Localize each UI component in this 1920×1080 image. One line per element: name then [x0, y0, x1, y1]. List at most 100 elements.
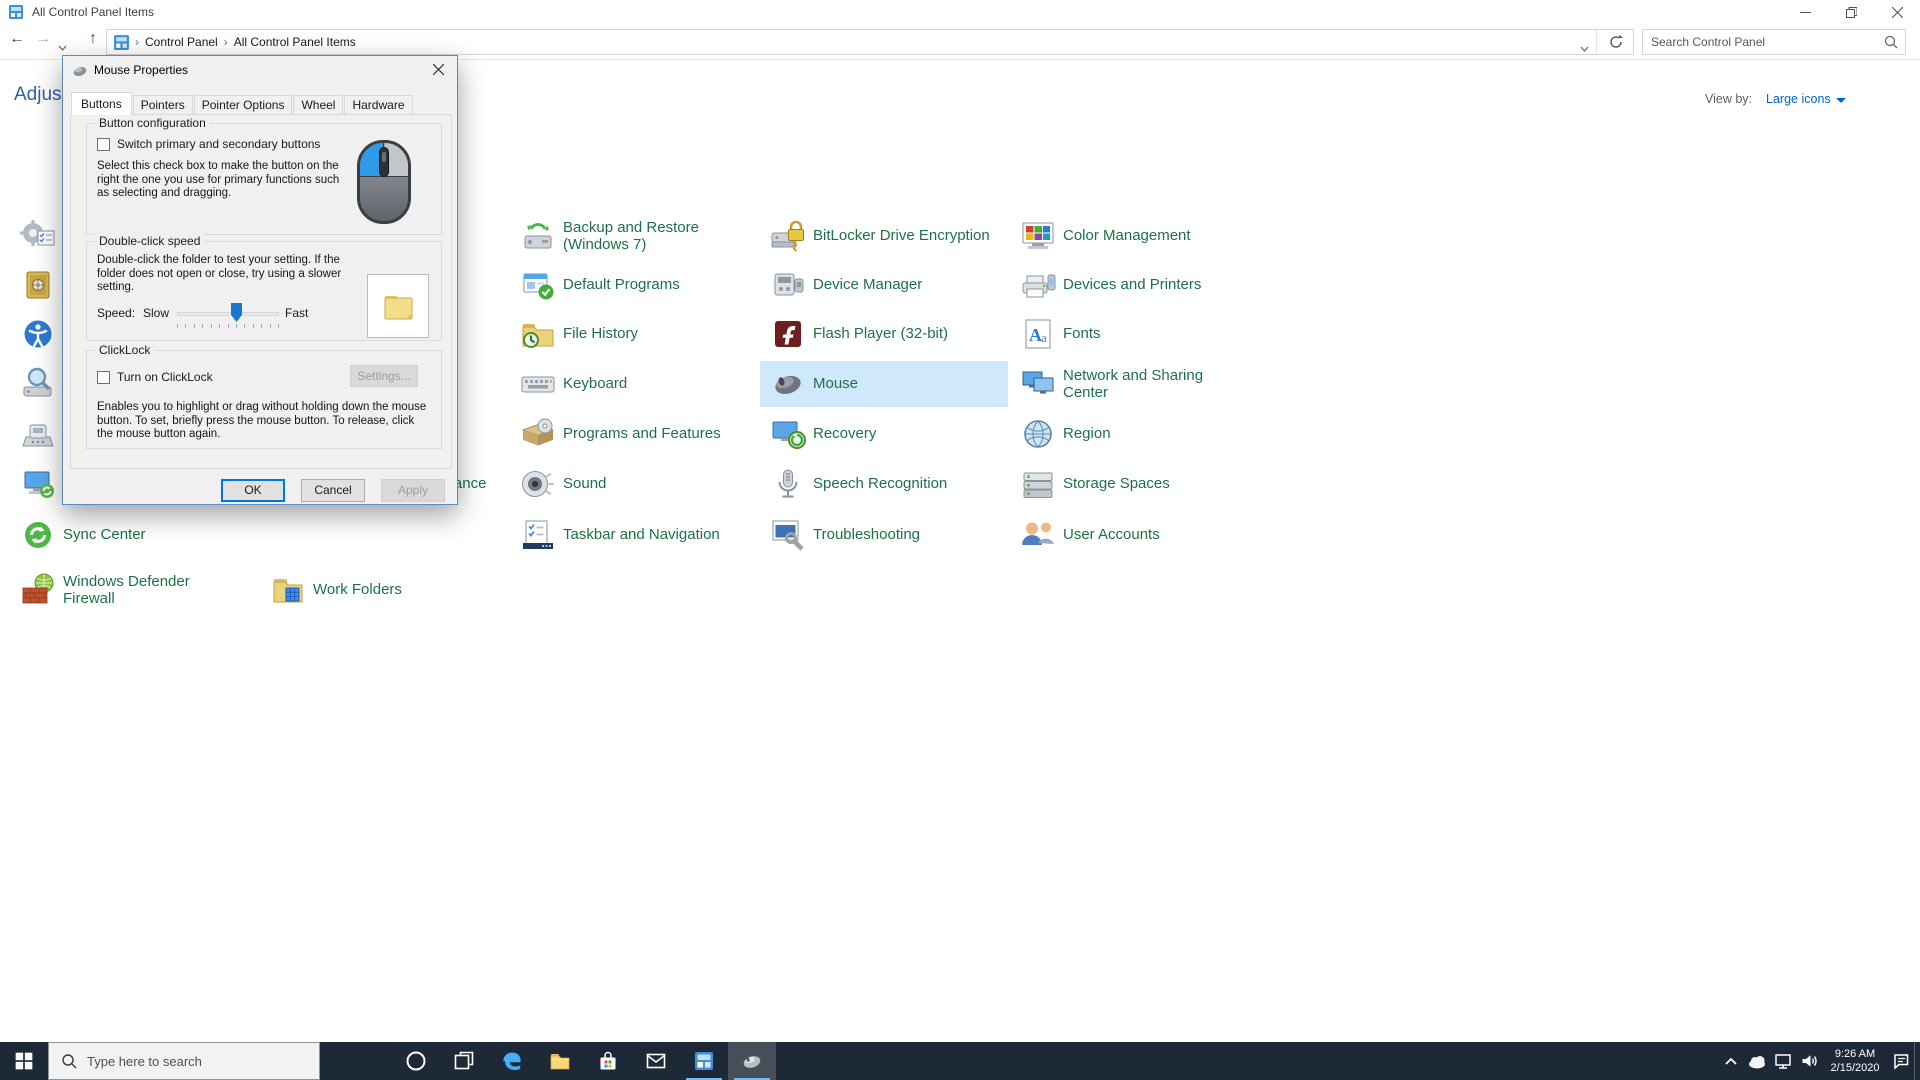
cancel-button[interactable]: Cancel [301, 479, 365, 502]
sync-center-icon [18, 515, 58, 555]
control-panel-item-speech-recognition[interactable]: Speech Recognition [760, 461, 1008, 507]
control-panel-item-sync-center[interactable]: Sync Center [10, 512, 258, 558]
dialog-close-icon[interactable] [423, 59, 453, 80]
control-panel-item-file-history[interactable]: File History [510, 311, 758, 357]
action-center-icon[interactable] [1888, 1042, 1914, 1080]
maximize-button[interactable] [1828, 0, 1874, 26]
fast-label: Fast [285, 306, 309, 320]
search-box [1642, 29, 1906, 55]
taskbar-cortana-icon[interactable] [392, 1042, 440, 1080]
control-panel-item-recovery[interactable]: Recovery [760, 411, 1008, 457]
control-panel-item-windows-defender-firewall[interactable]: Windows Defender Firewall [10, 567, 258, 613]
control-panel-item-sound[interactable]: Sound [510, 461, 758, 507]
control-panel-item-user-accounts[interactable]: User Accounts [1010, 512, 1258, 558]
clicklock-checkbox-label[interactable]: Turn on ClickLock [117, 370, 213, 384]
taskbar-file-explorer-icon[interactable] [536, 1042, 584, 1080]
chevron-down-icon[interactable] [1835, 98, 1846, 103]
address-bar[interactable]: › Control Panel › All Control Panel Items [106, 29, 1634, 55]
clicklock-checkbox[interactable] [97, 371, 110, 384]
control-panel-item-label: Recovery [813, 425, 877, 442]
search-input[interactable] [1651, 33, 1871, 51]
control-panel-item-label: Storage Spaces [1063, 475, 1170, 492]
up-icon[interactable]: ↑ [82, 30, 104, 48]
forward-icon[interactable]: → [32, 30, 54, 48]
control-panel-item-label: Taskbar and Navigation [563, 526, 720, 543]
control-panel-item-network-and-sharing[interactable]: Network and Sharing Center [1010, 361, 1258, 407]
double-click-speed-group: Double-click speed Double-click the fold… [86, 234, 442, 341]
clicklock-settings-button[interactable]: Settings... [350, 365, 418, 387]
control-panel-item-bitlocker[interactable]: BitLocker Drive Encryption [760, 213, 1008, 259]
tab-wheel[interactable]: Wheel [293, 95, 344, 115]
control-panel-item-fonts[interactable]: Aa Fonts [1010, 311, 1258, 357]
show-desktop-button[interactable] [1914, 1042, 1920, 1080]
tray-volume-icon[interactable] [1796, 1042, 1822, 1080]
control-panel-item-devices-and-printers[interactable]: Devices and Printers [1010, 262, 1258, 308]
search-icon[interactable] [1884, 35, 1898, 54]
taskbar-mouse-icon[interactable] [728, 1042, 776, 1080]
control-panel-item-taskbar-and-navigation[interactable]: Taskbar and Navigation [510, 512, 758, 558]
taskbar: The Collection Book 9:26 AM2/15/2020 [0, 1042, 1920, 1080]
tab-buttons[interactable]: Buttons [71, 92, 132, 115]
taskbar-control-panel-icon[interactable] [680, 1042, 728, 1080]
indexing-options-icon [18, 364, 58, 404]
control-panel-window-icon [8, 4, 24, 20]
breadcrumb-item[interactable]: Control Panel [141, 35, 222, 49]
control-panel-item-region[interactable]: Region [1010, 411, 1258, 457]
address-dropdown-icon[interactable] [1580, 39, 1589, 57]
control-panel-item-troubleshooting[interactable]: Troubleshooting [760, 512, 1008, 558]
bitlocker-icon [768, 216, 808, 256]
control-panel-item-programs-and-features[interactable]: Programs and Features [510, 411, 758, 457]
minimize-button[interactable] [1782, 0, 1828, 26]
tab-pointers[interactable]: Pointers [132, 95, 193, 115]
control-panel-item-label: BitLocker Drive Encryption [813, 227, 990, 244]
ok-button[interactable]: OK [221, 479, 285, 502]
control-panel-item-color-management[interactable]: Color Management [1010, 213, 1258, 259]
tab-hardware[interactable]: Hardware [344, 95, 413, 115]
work-folders-icon [268, 570, 308, 610]
taskbar-store-icon[interactable] [584, 1042, 632, 1080]
start-button[interactable] [0, 1042, 48, 1080]
taskbar-mail-icon[interactable] [632, 1042, 680, 1080]
tray-chevron-up-icon[interactable] [1718, 1042, 1744, 1080]
tray-network-icon[interactable] [1770, 1042, 1796, 1080]
refresh-icon[interactable] [1608, 34, 1624, 55]
control-panel-item-keyboard[interactable]: Keyboard [510, 361, 758, 407]
taskbar-search-input[interactable] [87, 1052, 307, 1070]
group-legend: Button configuration [95, 116, 210, 130]
test-folder-icon[interactable] [384, 293, 414, 324]
speed-slider-track[interactable] [177, 312, 279, 316]
control-panel-item-label: Keyboard [563, 375, 628, 392]
control-panel-item-default-programs[interactable]: Default Programs [510, 262, 758, 308]
control-panel-item-work-folders[interactable]: Work Folders [260, 567, 508, 613]
tray-cloud-icon[interactable] [1744, 1042, 1770, 1080]
tab-pointer-options[interactable]: Pointer Options [193, 95, 293, 115]
mouse-properties-dialog: Mouse Properties Buttons Pointers Pointer … [62, 55, 458, 505]
switch-buttons-checkbox[interactable] [97, 138, 110, 151]
breadcrumb-chevron-icon[interactable]: › [133, 35, 141, 49]
dialog-titlebar: Mouse Properties [63, 56, 457, 84]
default-programs-icon [518, 265, 558, 305]
double-click-test-area[interactable] [367, 274, 429, 338]
taskbar-edge-icon[interactable] [488, 1042, 536, 1080]
recent-pages-icon[interactable] [58, 38, 67, 56]
mouse-illustration [357, 140, 411, 224]
breadcrumb-item[interactable]: All Control Panel Items [230, 35, 360, 49]
switch-buttons-checkbox-label[interactable]: Switch primary and secondary buttons [117, 137, 320, 151]
breadcrumb-chevron-icon[interactable]: › [222, 35, 230, 49]
apply-button[interactable]: Apply [381, 479, 445, 502]
taskbar-task-view-icon[interactable] [440, 1042, 488, 1080]
control-panel-item-flash-player[interactable]: Flash Player (32-bit) [760, 311, 1008, 357]
programs-and-features-icon [518, 414, 558, 454]
button-configuration-group: Button configuration Switch primary and … [86, 116, 442, 235]
buttons-tab-panel: Button configuration Switch primary and … [70, 114, 452, 469]
taskbar-clock[interactable]: 9:26 AM 2/15/2020 [1822, 1042, 1888, 1080]
speed-slider-thumb[interactable] [231, 303, 242, 322]
control-panel-item-storage-spaces[interactable]: Storage Spaces [1010, 461, 1258, 507]
close-button[interactable] [1874, 0, 1920, 26]
control-panel-item-mouse[interactable]: Mouse [760, 361, 1008, 407]
window-titlebar: All Control Panel Items [0, 0, 1920, 24]
control-panel-item-device-manager[interactable]: Device Manager [760, 262, 1008, 308]
back-icon[interactable]: ← [6, 30, 28, 48]
control-panel-item-backup-and-restore[interactable]: Backup and Restore (Windows 7) [510, 213, 758, 259]
view-by-value[interactable]: Large icons [1766, 92, 1831, 106]
